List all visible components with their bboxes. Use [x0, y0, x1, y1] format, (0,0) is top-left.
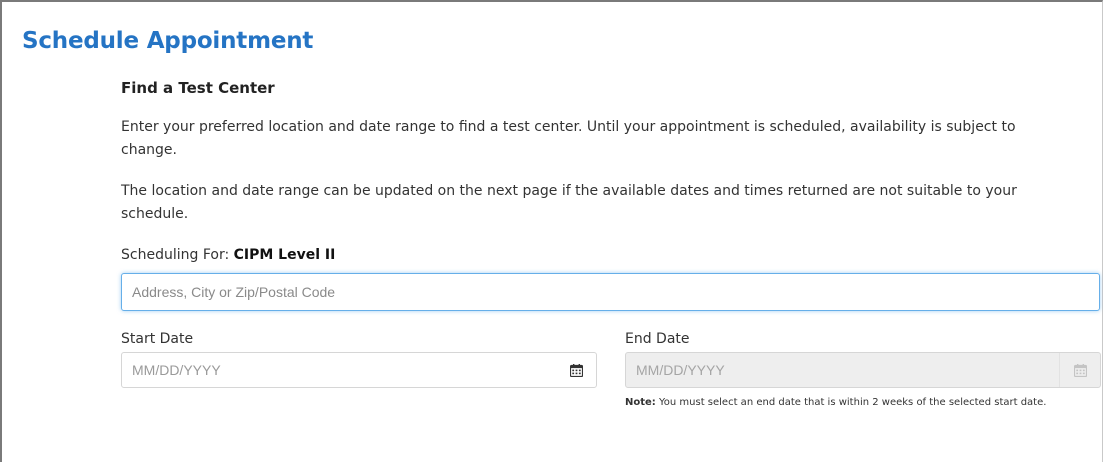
end-date-input	[626, 353, 1046, 387]
start-date-label: Start Date	[121, 331, 194, 347]
start-date-calendar-button[interactable]	[556, 353, 596, 387]
end-date-label: End Date	[625, 331, 690, 347]
calendar-icon	[569, 363, 583, 377]
scheduling-for-value: CIPM Level II	[233, 247, 336, 263]
section-heading: Find a Test Center	[121, 79, 275, 97]
start-date-field[interactable]	[121, 352, 597, 388]
end-date-calendar-button	[1059, 353, 1100, 387]
note-label: Note:	[625, 397, 656, 408]
page-frame	[0, 0, 1103, 462]
update-info-paragraph: The location and date range can be updat…	[121, 183, 1017, 222]
scheduling-for: Scheduling For: CIPM Level II	[121, 245, 335, 265]
page-title: Schedule Appointment	[22, 28, 314, 54]
end-date-note: Note: You must select an end date that i…	[625, 396, 1046, 410]
note-text: You must select an end date that is with…	[655, 397, 1047, 408]
end-date-field	[625, 352, 1101, 388]
location-search-input[interactable]	[121, 273, 1100, 311]
scheduling-for-label: Scheduling For:	[121, 247, 234, 263]
calendar-icon	[1073, 363, 1087, 377]
start-date-input[interactable]	[122, 353, 542, 387]
instructions-paragraph: Enter your preferred location and date r…	[121, 119, 1016, 158]
